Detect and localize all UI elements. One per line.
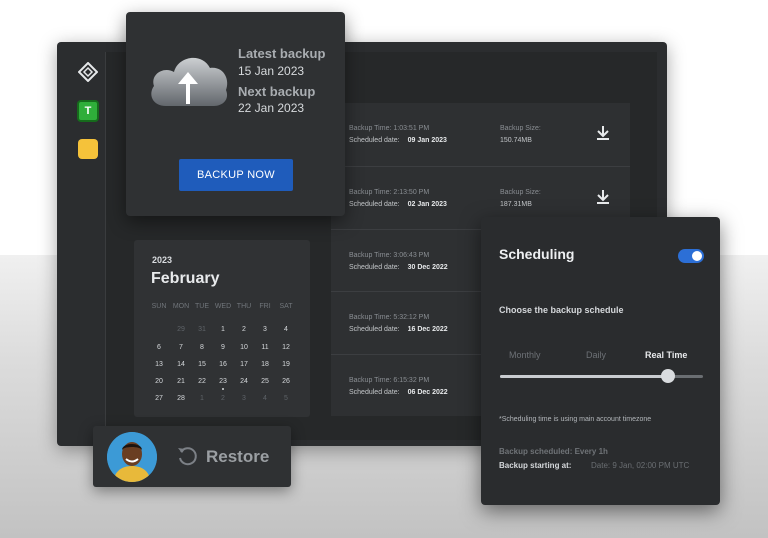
calendar-month: February <box>151 270 220 287</box>
backup-time: Backup Time: 5:32:12 PM <box>349 314 430 321</box>
weekday-label: WED <box>214 303 232 310</box>
next-backup-date: 22 Jan 2023 <box>238 101 305 115</box>
calendar-day[interactable]: 7 <box>171 344 191 351</box>
calendar-day[interactable]: 27 <box>149 395 169 402</box>
scheduling-toggle[interactable] <box>678 249 704 263</box>
schedule-slider-fill <box>500 375 668 378</box>
scheduled-date: Scheduled date: 06 Dec 2022 <box>349 389 448 396</box>
calendar-day[interactable]: 2 <box>213 395 233 402</box>
scheduled-date-label: Scheduled date: <box>349 326 400 333</box>
weekday-label: THU <box>236 303 252 310</box>
calendar-day[interactable]: 20 <box>149 378 169 385</box>
calendar-day[interactable]: 13 <box>149 361 169 368</box>
weekday-label: MON <box>172 303 190 310</box>
calendar-day[interactable]: 22 <box>192 378 212 385</box>
calendar-day[interactable]: 10 <box>234 344 254 351</box>
calendar-day[interactable]: 4 <box>276 326 296 333</box>
calendar-day[interactable]: 3 <box>234 395 254 402</box>
calendar-day[interactable]: 16 <box>213 361 233 368</box>
calendar-day[interactable]: 15 <box>192 361 212 368</box>
download-icon[interactable] <box>595 189 611 205</box>
calendar-day[interactable]: 3 <box>255 326 275 333</box>
calendar-day[interactable]: 23 <box>213 378 233 385</box>
backup-size: 150.74MB <box>500 137 532 144</box>
calendar-day[interactable]: 8 <box>192 344 212 351</box>
calendar-day[interactable]: 9 <box>213 344 233 351</box>
timezone-note: *Scheduling time is using main account t… <box>499 416 652 423</box>
schedule-slider-handle[interactable] <box>661 369 675 383</box>
calendar-day[interactable]: 6 <box>149 344 169 351</box>
toggle-knob <box>692 251 702 261</box>
scheduled-date: Scheduled date: 09 Jan 2023 <box>349 137 447 144</box>
scheduled-date-value: 30 Dec 2022 <box>407 264 448 271</box>
calendar-day[interactable]: 17 <box>234 361 254 368</box>
calendar-day[interactable]: 28 <box>171 395 191 402</box>
latest-backup-date: 15 Jan 2023 <box>238 64 305 78</box>
backup-starting-label: Backup starting at: <box>499 461 572 470</box>
calendar-day[interactable]: 25 <box>255 378 275 385</box>
scheduled-date: Scheduled date: 30 Dec 2022 <box>349 264 448 271</box>
weekday-label: SAT <box>279 303 293 310</box>
latest-backup-label: Latest backup <box>238 46 326 61</box>
scheduling-title: Scheduling <box>499 246 575 262</box>
scheduled-date-value: 09 Jan 2023 <box>407 137 447 144</box>
scheduled-date-value: 06 Dec 2022 <box>407 389 448 396</box>
backup-time: Backup Time: 6:15:32 PM <box>349 377 430 384</box>
calendar-day[interactable]: 24 <box>234 378 254 385</box>
restore-label[interactable]: Restore <box>206 447 269 467</box>
calendar-day[interactable]: 29 <box>171 326 191 333</box>
calendar-day[interactable]: 14 <box>171 361 191 368</box>
scheduled-date-value: 02 Jan 2023 <box>407 201 447 208</box>
backup-size-label: Backup Size: <box>500 189 541 196</box>
calendar-day[interactable]: 11 <box>255 344 275 351</box>
backup-now-button[interactable]: BACKUP NOW <box>179 159 293 191</box>
calendar-day[interactable]: 18 <box>255 361 275 368</box>
backup-size-label: Backup Size: <box>500 125 541 132</box>
calendar-day[interactable]: 31 <box>192 326 212 333</box>
scheduled-date-label: Scheduled date: <box>349 137 400 144</box>
cloud-upload-icon <box>146 46 230 116</box>
backup-time: Backup Time: 2:13:50 PM <box>349 189 430 196</box>
workspace-yellow-button[interactable] <box>78 139 98 159</box>
scheduled-date-label: Scheduled date: <box>349 389 400 396</box>
scheduled-date-value: 16 Dec 2022 <box>407 326 448 333</box>
option-daily[interactable]: Daily <box>586 350 606 360</box>
scheduled-date: Scheduled date: 16 Dec 2022 <box>349 326 448 333</box>
scheduled-date: Scheduled date: 02 Jan 2023 <box>349 201 447 208</box>
next-backup-label: Next backup <box>238 84 316 99</box>
calendar-day[interactable]: 1 <box>213 326 233 333</box>
calendar-day[interactable]: 5 <box>276 395 296 402</box>
weekday-label: SUN <box>151 303 167 310</box>
backup-row[interactable]: Backup Time: 1:03:51 PM Scheduled date: 09… <box>331 103 630 165</box>
calendar-day[interactable]: 21 <box>171 378 191 385</box>
calendar-year: 2023 <box>152 255 173 265</box>
option-real-time[interactable]: Real Time <box>645 350 687 360</box>
event-dot <box>222 388 224 390</box>
weekday-label: TUE <box>195 303 209 310</box>
backup-starting-value: Date: 9 Jan, 02:00 PM UTC <box>591 461 690 470</box>
workspace-t-button[interactable]: T <box>77 100 99 122</box>
calendar-day[interactable]: 19 <box>276 361 296 368</box>
calendar-day[interactable]: 12 <box>276 344 296 351</box>
backup-scheduled-text: Backup scheduled: Every 1h <box>499 447 608 456</box>
scheduled-date-label: Scheduled date: <box>349 264 400 271</box>
calendar-day[interactable]: 2 <box>234 326 254 333</box>
calendar-day[interactable]: 4 <box>255 395 275 402</box>
app-logo-icon[interactable] <box>77 61 99 83</box>
backup-time: Backup Time: 1:03:51 PM <box>349 125 430 132</box>
backup-size: 187.31MB <box>500 201 532 208</box>
download-icon[interactable] <box>595 125 611 141</box>
backup-time: Backup Time: 3:06:43 PM <box>349 252 430 259</box>
restore-icon[interactable] <box>176 445 198 467</box>
calendar-day[interactable]: 1 <box>192 395 212 402</box>
calendar-day[interactable]: 26 <box>276 378 296 385</box>
weekday-label: FRI <box>259 303 271 310</box>
scheduling-subtitle: Choose the backup schedule <box>499 305 624 315</box>
scheduled-date-label: Scheduled date: <box>349 201 400 208</box>
user-avatar <box>107 432 157 482</box>
option-monthly[interactable]: Monthly <box>509 350 541 360</box>
